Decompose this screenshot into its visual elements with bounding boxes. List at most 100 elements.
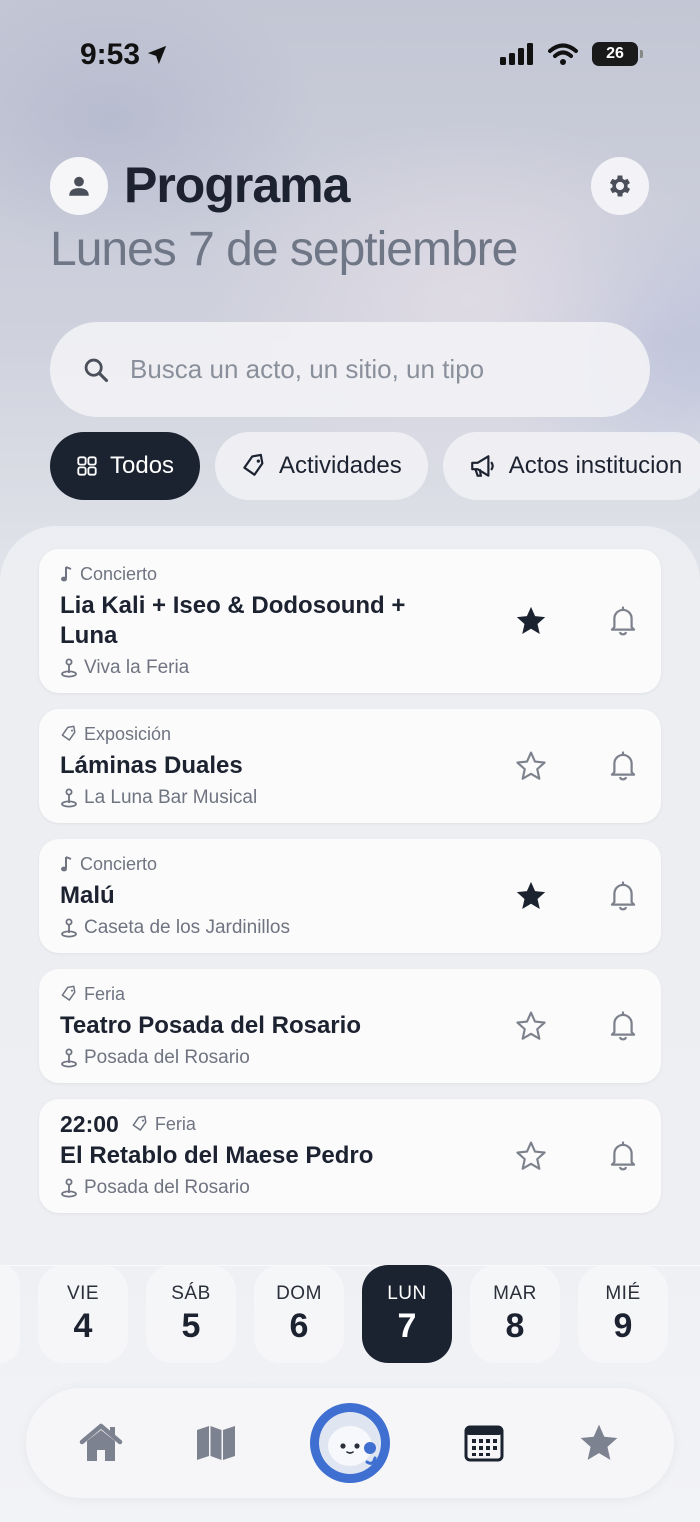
location-pin-icon — [61, 1048, 77, 1068]
event-category: Concierto — [80, 563, 158, 584]
day-name: MIÉ — [605, 1282, 641, 1304]
event-title: Malú — [60, 882, 115, 909]
day-number: 7 — [397, 1306, 417, 1345]
day-name: DOM — [276, 1282, 322, 1304]
star-icon — [580, 1424, 618, 1460]
bell-icon — [610, 1141, 636, 1171]
star-outline-icon — [516, 751, 546, 780]
favorite-button[interactable] — [513, 1008, 549, 1044]
location-pin-icon — [61, 1178, 77, 1198]
wifi-icon — [548, 43, 578, 65]
tab-favorites[interactable] — [559, 1388, 639, 1498]
event-place: Caseta de los Jardinillos — [60, 917, 641, 939]
day-lun[interactable]: LUN 7 — [362, 1265, 452, 1363]
filter-chip-actos-institucionales[interactable]: Actos institucion — [442, 432, 700, 500]
day-number: 6 — [289, 1306, 309, 1345]
map-icon — [197, 1426, 235, 1460]
music-note-icon — [61, 856, 72, 872]
star-filled-icon — [516, 881, 546, 910]
location-arrow-icon — [147, 45, 167, 65]
star-outline-icon — [516, 1011, 546, 1040]
event-card[interactable]: Exposición Láminas Duales La Luna Bar Mu… — [39, 709, 661, 823]
tag-icon — [61, 725, 76, 741]
mascot-icon — [310, 1403, 390, 1483]
favorite-button[interactable] — [513, 878, 549, 914]
filter-chip-label: Actividades — [279, 452, 402, 479]
day-mar[interactable]: MAR 8 — [470, 1265, 560, 1363]
event-card[interactable]: Feria Teatro Posada del Rosario Posada d… — [39, 969, 661, 1083]
tab-home[interactable] — [61, 1388, 141, 1498]
event-place: La Luna Bar Musical — [60, 787, 641, 809]
gear-icon — [609, 175, 631, 197]
event-actions — [513, 748, 641, 784]
event-place-name: Caseta de los Jardinillos — [84, 917, 290, 938]
music-note-icon — [61, 566, 72, 582]
tag-icon — [61, 985, 76, 1001]
reminder-button[interactable] — [605, 878, 641, 914]
tab-bar — [26, 1388, 674, 1498]
reminder-button[interactable] — [605, 748, 641, 784]
event-place-name: La Luna Bar Musical — [84, 787, 258, 808]
person-icon — [69, 176, 89, 196]
day-selector: VIE 4 SÁB 5 DOM 6 LUN 7 MAR 8 MIÉ 9 — [0, 1265, 700, 1363]
location-pin-icon — [61, 918, 77, 938]
favorite-button[interactable] — [513, 1138, 549, 1174]
favorite-button[interactable] — [513, 603, 549, 639]
reminder-button[interactable] — [605, 1138, 641, 1174]
bell-icon — [610, 1011, 636, 1041]
event-meta: Exposición — [60, 723, 641, 745]
event-place: Posada del Rosario — [60, 1047, 641, 1069]
filter-chips: Todos Actividades Actos institucion — [50, 432, 700, 500]
status-time-text: 9:53 — [80, 38, 141, 71]
day-dom[interactable]: DOM 6 — [254, 1265, 344, 1363]
day-previous-edge[interactable] — [0, 1265, 20, 1363]
calendar-icon — [464, 1425, 504, 1462]
event-card[interactable]: Concierto Lia Kali + Iseo & Dodosound + … — [39, 549, 661, 693]
event-actions — [513, 603, 641, 639]
favorite-button[interactable] — [513, 748, 549, 784]
mascot-face-icon — [319, 1412, 381, 1474]
location-pin-icon — [61, 658, 77, 678]
reminder-button[interactable] — [605, 1008, 641, 1044]
profile-button[interactable] — [50, 157, 108, 215]
event-category: Feria — [154, 1113, 196, 1134]
event-actions — [513, 1138, 641, 1174]
event-category: Feria — [84, 983, 126, 1004]
day-mie[interactable]: MIÉ 9 — [578, 1265, 668, 1363]
reminder-button[interactable] — [605, 603, 641, 639]
event-actions — [513, 878, 641, 914]
settings-button[interactable] — [591, 157, 649, 215]
filter-chip-label: Todos — [110, 452, 175, 479]
day-number: 9 — [613, 1306, 633, 1345]
event-place-name: Viva la Feria — [84, 657, 190, 678]
event-place-name: Posada del Rosario — [84, 1047, 250, 1068]
tab-map[interactable] — [176, 1388, 256, 1498]
tab-assistant[interactable] — [310, 1388, 390, 1498]
tab-calendar[interactable] — [444, 1388, 524, 1498]
day-vie[interactable]: VIE 4 — [38, 1265, 128, 1363]
battery-level: 26 — [606, 45, 624, 62]
grid-icon — [77, 456, 97, 476]
event-category: Concierto — [80, 853, 158, 874]
event-meta: 22:00 Feria — [60, 1111, 641, 1137]
megaphone-icon — [470, 455, 494, 477]
filter-chip-todos[interactable]: Todos — [50, 432, 201, 500]
event-card[interactable]: Concierto Malú Caseta de los Jardinillos — [39, 839, 661, 953]
search-input[interactable] — [130, 354, 610, 385]
search-bar[interactable] — [50, 322, 650, 417]
bell-icon — [610, 606, 636, 636]
event-card[interactable]: 22:00 Feria El Retablo del Maese Pedro P… — [39, 1099, 661, 1213]
day-sab[interactable]: SÁB 5 — [146, 1265, 236, 1363]
filter-chip-actividades[interactable]: Actividades — [215, 432, 428, 500]
event-list: Concierto Lia Kali + Iseo & Dodosound + … — [39, 549, 661, 1213]
location-pin-icon — [61, 788, 77, 808]
event-actions — [513, 1008, 641, 1044]
event-meta: Feria — [60, 983, 641, 1005]
event-place: Posada del Rosario — [60, 1177, 641, 1199]
search-icon — [84, 358, 109, 382]
day-name: MAR — [493, 1282, 537, 1304]
filter-chip-label: Actos institucion — [508, 452, 683, 479]
event-title: Teatro Posada del Rosario — [60, 1012, 361, 1039]
tag-icon — [132, 1115, 147, 1131]
day-name: LUN — [387, 1282, 427, 1304]
